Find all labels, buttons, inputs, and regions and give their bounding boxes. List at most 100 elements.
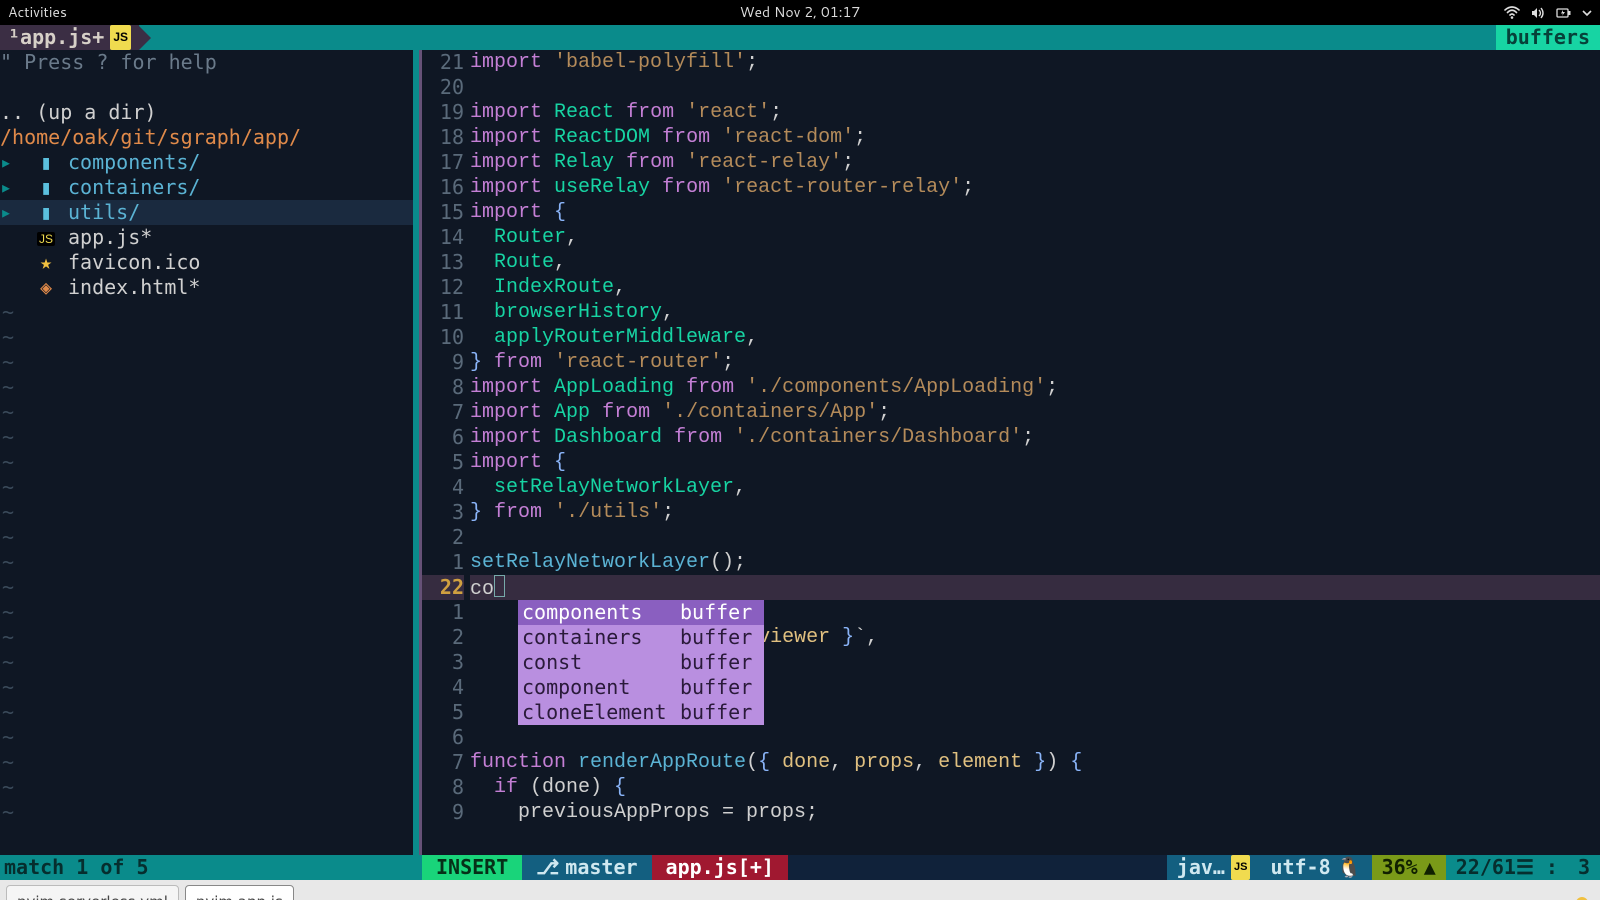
code-line: import AppLoading from './components/App… (470, 375, 1600, 400)
code-line (470, 75, 1600, 100)
code-line: IndexRoute, (470, 275, 1600, 300)
system-tray[interactable] (1504, 6, 1592, 20)
code-line: if (done) { (470, 775, 1600, 800)
completion-kind: buffer (680, 650, 760, 675)
completion-item[interactable]: cloneElementbuffer (518, 700, 764, 725)
code-line: function renderAppRoute({ done, props, e… (470, 750, 1600, 775)
wifi-icon (1504, 6, 1520, 20)
completion-item[interactable]: components buffer (518, 600, 764, 625)
buffer-tabstrip: ¹app.js+ JS buffers (0, 25, 1600, 50)
code-line: co (470, 575, 1600, 600)
buffers-button[interactable]: buffers (1496, 25, 1600, 50)
status-encoding: utf-8 🐧 (1260, 855, 1371, 880)
completion-kind: buffer (680, 700, 760, 725)
source-text[interactable]: import 'babel-polyfill'; import React fr… (470, 50, 1600, 855)
js-icon: JS (1231, 855, 1250, 880)
tree-item-label: favicon.ico (68, 250, 200, 275)
code-line: import { (470, 450, 1600, 475)
folder-icon: ▮ (24, 150, 68, 175)
gnome-topbar: Activities Wed Nov 2, 01:17 (0, 0, 1600, 25)
folder-icon: ▮ (24, 200, 68, 225)
chevron-right-icon: ▸ (0, 175, 24, 200)
code-pane[interactable]: 2120191817161514131211109876543212212345… (422, 50, 1600, 855)
diamond-icon: ◈ (24, 275, 68, 300)
tree-dir[interactable]: ▸▮utils/ (0, 200, 419, 225)
tree-item-label: containers/ (68, 175, 200, 200)
volume-icon (1530, 6, 1546, 20)
completion-word: component (522, 675, 672, 700)
js-icon: JS (110, 25, 131, 50)
tree-item-label: utils/ (68, 200, 140, 225)
status-filetype: jav… JS (1167, 855, 1261, 880)
chevron-right-icon: ▸ (0, 150, 24, 175)
completion-word: const (522, 650, 672, 675)
window-tab[interactable]: nvim app.js (185, 885, 294, 900)
tree-item-label: app.js* (68, 225, 152, 250)
status-position: 22/61☰ : 3 (1446, 855, 1600, 880)
status-match: match 1 of 5 (0, 855, 422, 880)
code-line: import useRelay from 'react-router-relay… (470, 175, 1600, 200)
completion-kind: buffer (680, 600, 760, 625)
code-line: Route, (470, 250, 1600, 275)
status-filename: app.js[+] (652, 855, 788, 880)
notification-dot-icon[interactable] (1576, 897, 1588, 900)
completion-item[interactable]: containers buffer (518, 625, 764, 650)
star-icon: ★ (24, 250, 68, 275)
code-line: } from 'react-router'; (470, 350, 1600, 375)
code-line: applyRouterMiddleware, (470, 325, 1600, 350)
code-line: import 'babel-polyfill'; (470, 50, 1600, 75)
file-tree[interactable]: " Press ? for help .. (up a dir) /home/o… (0, 50, 422, 855)
completion-kind: buffer (680, 625, 760, 650)
js-icon: JS (24, 224, 68, 252)
unix-icon: 🐧 (1337, 855, 1362, 880)
line-numbers: 2120191817161514131211109876543212212345… (422, 50, 470, 855)
tree-file[interactable]: ★favicon.ico (0, 250, 419, 275)
code-line: import Dashboard from './containers/Dash… (470, 425, 1600, 450)
code-line: Router, (470, 225, 1600, 250)
tab-separator (139, 26, 151, 50)
editor-window: ¹app.js+ JS buffers " Press ? for help .… (0, 25, 1600, 880)
text-cursor (494, 575, 505, 597)
code-line: setRelayNetworkLayer, (470, 475, 1600, 500)
completion-popup[interactable]: components buffer containers buffer const buf… (518, 600, 764, 725)
completion-item[interactable]: const buffer (518, 650, 764, 675)
window-tab[interactable]: nvim serverless.yml (6, 885, 179, 900)
window-list: nvim serverless.yml nvim app.js (0, 880, 1600, 900)
chevron-right-icon: ▸ (0, 200, 24, 225)
code-line: import ReactDOM from 'react-dom'; (470, 125, 1600, 150)
completion-kind: buffer (680, 675, 760, 700)
folder-icon: ▮ (24, 175, 68, 200)
completion-word: containers (522, 625, 672, 650)
code-line: setRelayNetworkLayer(); (470, 550, 1600, 575)
code-line: import App from './containers/App'; (470, 400, 1600, 425)
tab-label: ¹app.js+ (8, 25, 104, 50)
tree-item-label: index.html* (68, 275, 200, 300)
tree-file[interactable]: JSapp.js* (0, 225, 419, 250)
git-branch-icon: ⎇ (536, 855, 559, 880)
status-mode: INSERT (422, 855, 522, 880)
tree-file[interactable]: ◈index.html* (0, 275, 419, 300)
tree-dir[interactable]: ▸▮containers/ (0, 175, 419, 200)
status-percent: 36% ▲ (1372, 855, 1446, 880)
tree-cwd: /home/oak/git/sgraph/app/ (0, 125, 419, 150)
chevron-down-icon (1582, 6, 1592, 20)
code-line (470, 525, 1600, 550)
code-line: browserHistory, (470, 300, 1600, 325)
statusline: match 1 of 5 INSERT ⎇ master app.js[+] j… (0, 855, 1600, 880)
code-line: previousAppProps = props; (470, 800, 1600, 825)
tree-help: " Press ? for help (0, 50, 419, 75)
completion-word: components (522, 600, 672, 625)
completion-item[interactable]: component buffer (518, 675, 764, 700)
up-icon: ▲ (1424, 855, 1436, 880)
tree-updir[interactable]: .. (up a dir) (0, 100, 419, 125)
activities-button[interactable]: Activities (8, 0, 67, 25)
code-line: } from './utils'; (470, 500, 1600, 525)
code-line: import { (470, 200, 1600, 225)
tree-dir[interactable]: ▸▮components/ (0, 150, 419, 175)
code-line: import React from 'react'; (470, 100, 1600, 125)
clock: Wed Nov 2, 01:17 (740, 0, 861, 25)
status-git: ⎇ master (522, 855, 651, 880)
buffer-tab-appjs[interactable]: ¹app.js+ JS (0, 25, 139, 50)
code-line: import Relay from 'react-relay'; (470, 150, 1600, 175)
code-line (470, 725, 1600, 750)
